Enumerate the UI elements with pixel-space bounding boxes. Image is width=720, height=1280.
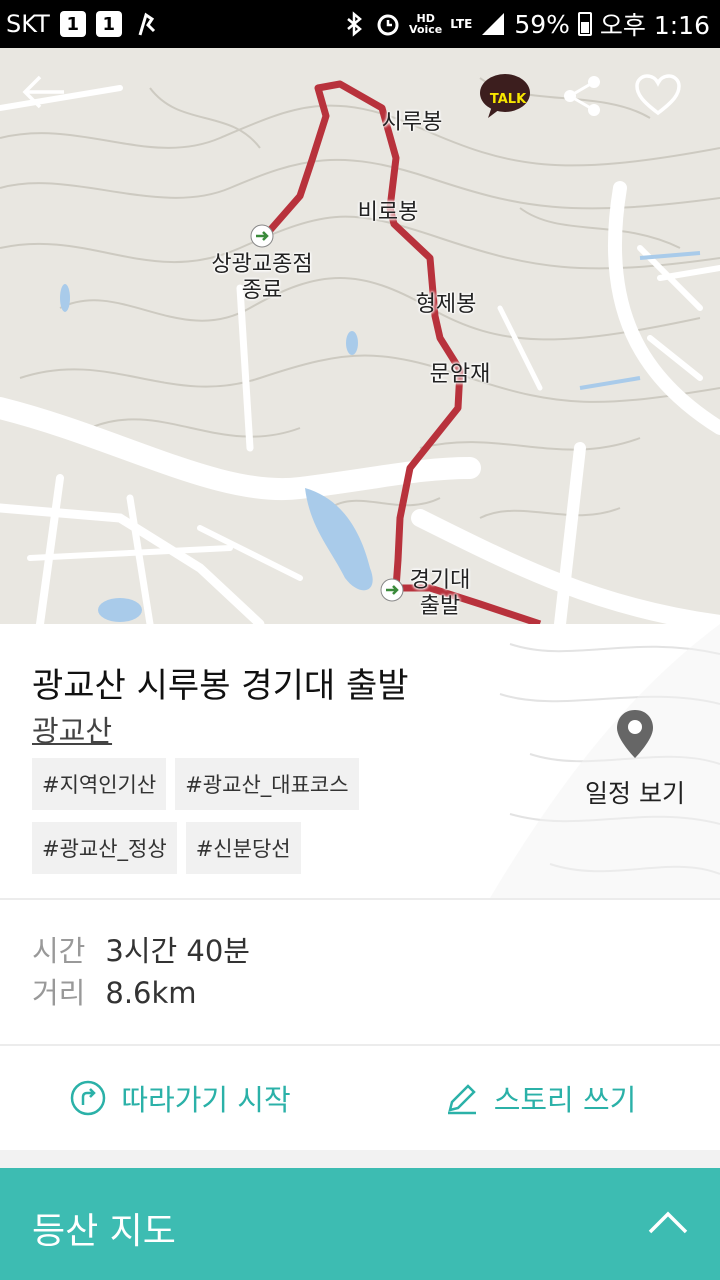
tag-chip[interactable]: #광교산_정상 [32,822,177,874]
tag-chip[interactable]: #광교산_대표코스 [175,758,359,810]
back-button[interactable] [22,74,82,134]
share-icon [564,76,600,116]
course-info-card: 광교산 시루봉 경기대 출발 광교산 #지역인기산 #광교산_대표코스 #광교산_… [0,624,720,898]
trail-map[interactable]: 시루봉 비로봉 상광교종점 종료 형제봉 문암재 경기대 출발 TALK [0,48,720,624]
kakaotalk-label: TALK [489,92,527,107]
divider [0,1044,720,1046]
time-value: 3시간 40분 [105,934,250,968]
battery-icon [577,12,592,36]
schedule-label: 일정 보기 [585,779,685,808]
pencil-icon [447,1084,476,1115]
clock: 오후 1:16 [599,11,710,40]
heart-icon [635,74,681,116]
follow-start-button[interactable]: 따라가기 시작 [0,1048,360,1148]
map-pin-icon [617,710,653,758]
signal-icon [482,13,505,35]
action-bar: 따라가기 시작 스토리 쓰기 [0,1048,720,1148]
status-bar: SKT 1 1 HD Voice LTE 59% 오후 1:16 [0,0,720,48]
running-app-icon [138,12,155,36]
follow-route-icon [71,1080,106,1116]
distance-label: 거리 [32,976,86,1010]
write-story-label: 스토리 쓰기 [493,1083,637,1117]
alarm-icon [377,14,399,36]
time-label: 시간 [32,934,86,968]
kakaotalk-share-button[interactable]: TALK [478,72,538,132]
divider [0,898,720,900]
write-story-button[interactable]: 스토리 쓰기 [360,1048,720,1148]
carrier-label: SKT [6,10,50,38]
distance-value: 8.6km [105,976,197,1010]
course-stats: 시간 3시간 40분 거리 8.6km [32,930,250,1014]
notification-icon: 1 [95,11,122,37]
follow-start-label: 따라가기 시작 [121,1083,291,1117]
tag-list: #지역인기산 #광교산_대표코스 #광교산_정상 #신분당선 [32,758,452,886]
map-label-sirubong: 시루봉 [381,110,443,135]
map-label-sanggwang-end: 상광교종점 종료 [211,252,313,303]
map-label-hyeongjebong: 형제봉 [415,292,477,317]
back-arrow-icon [22,75,64,109]
favorite-button[interactable] [634,74,694,134]
route-line [262,80,542,624]
map-label-munamjae: 문암재 [429,362,491,387]
share-button[interactable] [560,74,620,134]
tag-chip[interactable]: #지역인기산 [32,758,167,810]
hiking-map-panel[interactable]: 등산 지도 [0,1168,720,1280]
map-label-birobong: 비로봉 [357,200,419,225]
section-gap [0,1150,720,1168]
schedule-button[interactable]: 일정 보기 [575,708,695,810]
mountain-link[interactable]: 광교산 [32,708,112,750]
course-title: 광교산 시루봉 경기대 출발 [32,666,409,706]
battery-percent: 59% [514,9,570,39]
chevron-up-icon[interactable] [646,1206,690,1238]
hd-voice-icon: HD Voice [409,12,443,36]
bluetooth-icon [347,11,362,37]
network-type-label: LTE [450,17,473,31]
map-label-kyonggi-start: 경기대 출발 [409,568,471,619]
hiking-map-title: 등산 지도 [32,1211,176,1252]
map-canvas [0,77,720,624]
notification-icon: 1 [59,11,86,37]
tag-chip[interactable]: #신분당선 [185,822,301,874]
